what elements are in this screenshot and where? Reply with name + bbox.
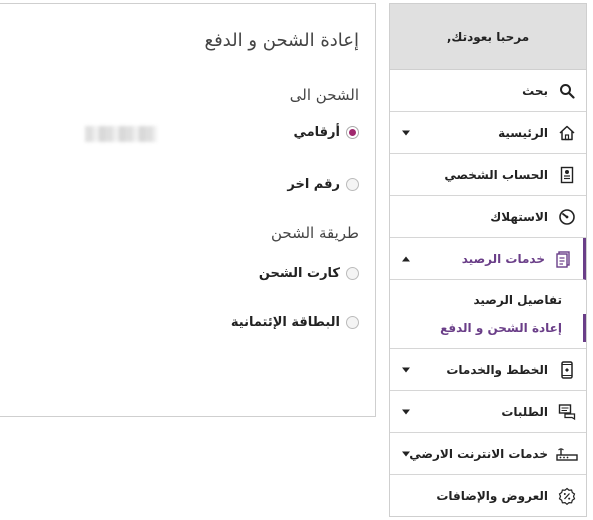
- sidebar-item-requests[interactable]: الطلبات: [390, 391, 586, 433]
- sidebar-item-label: الرئيسية: [498, 125, 548, 140]
- page-title: إعادة الشحن و الدفع: [204, 30, 359, 51]
- radio-recharge-card-label: كارت الشحن: [258, 265, 340, 281]
- chevron-down-icon[interactable]: [402, 367, 410, 372]
- submenu-item-recharge-payment[interactable]: إعادة الشحن و الدفع: [390, 314, 586, 342]
- radio-credit-card-label: البطاقة الإئتمانية: [230, 314, 340, 330]
- sidebar-item-label: خدمات الرصيد: [461, 251, 545, 266]
- sidebar: مرحبا بعودتك, بحث الرئيسية الحساب الشخصي…: [389, 3, 587, 517]
- radio-other-number-circle[interactable]: [346, 177, 359, 191]
- sidebar-item-label: خدمات الانترنت الارضي: [409, 446, 548, 461]
- search-icon: [558, 82, 576, 100]
- welcome-header: مرحبا بعودتك,: [390, 4, 586, 70]
- chevron-down-icon[interactable]: [402, 130, 410, 135]
- requests-chat-icon: [558, 403, 576, 421]
- radio-credit-card[interactable]: البطاقة الإئتمانية: [231, 312, 359, 332]
- radio-other-number[interactable]: رقم اخر: [287, 174, 359, 194]
- sidebar-item-label: الطلبات: [501, 404, 548, 419]
- blurred-phone-number: [85, 126, 157, 142]
- sidebar-item-plans[interactable]: الخطط والخدمات: [390, 349, 586, 391]
- chevron-down-icon[interactable]: [402, 451, 410, 456]
- sidebar-item-home-internet[interactable]: خدمات الانترنت الارضي: [390, 433, 586, 475]
- radio-other-number-label: رقم اخر: [287, 176, 340, 192]
- offers-badge-icon: [558, 487, 576, 505]
- sidebar-item-consumption[interactable]: الاستهلاك: [390, 196, 586, 238]
- radio-recharge-card-circle[interactable]: [346, 266, 359, 280]
- welcome-text: مرحبا بعودتك,: [446, 29, 530, 44]
- chevron-up-icon[interactable]: [402, 256, 410, 261]
- chevron-down-icon[interactable]: [402, 409, 410, 414]
- sidebar-item-label: بحث: [522, 83, 548, 98]
- sidebar-item-label: الحساب الشخصي: [444, 167, 548, 182]
- sidebar-item-search[interactable]: بحث: [390, 70, 586, 112]
- recharge-to-label: الشحن الى: [289, 86, 359, 104]
- sidebar-item-label: العروض والإضافات: [436, 489, 548, 503]
- submenu-item-label: إعادة الشحن و الدفع: [440, 321, 562, 335]
- radio-credit-card-circle[interactable]: [346, 315, 359, 329]
- balance-document-icon: [555, 250, 573, 268]
- recharge-method-label: طريقة الشحن: [270, 224, 359, 242]
- submenu-item-balance-details[interactable]: تفاصيل الرصيد: [390, 286, 586, 314]
- submenu-item-label: تفاصيل الرصيد: [473, 293, 562, 307]
- recharge-payment-panel: إعادة الشحن و الدفع الشحن الى أرقامي رقم…: [0, 3, 376, 417]
- sidebar-item-label: الخطط والخدمات: [446, 362, 548, 377]
- radio-my-numbers-circle[interactable]: [346, 125, 359, 139]
- radio-my-numbers-label: أرقامي: [293, 124, 340, 140]
- radio-recharge-card[interactable]: كارت الشحن: [259, 263, 359, 283]
- sidebar-item-profile[interactable]: الحساب الشخصي: [390, 154, 586, 196]
- home-icon: [558, 124, 576, 142]
- sidebar-item-home[interactable]: الرئيسية: [390, 112, 586, 154]
- mobile-plan-icon: [558, 360, 576, 379]
- balance-services-submenu: تفاصيل الرصيد إعادة الشحن و الدفع: [390, 280, 586, 349]
- sidebar-item-label: الاستهلاك: [490, 209, 548, 224]
- sidebar-item-balance-services[interactable]: خدمات الرصيد: [390, 238, 586, 280]
- radio-my-numbers[interactable]: أرقامي: [293, 122, 359, 142]
- profile-document-icon: [558, 166, 576, 184]
- gauge-icon: [558, 208, 576, 226]
- router-icon: [556, 445, 578, 463]
- sidebar-item-offers[interactable]: العروض والإضافات: [390, 475, 586, 517]
